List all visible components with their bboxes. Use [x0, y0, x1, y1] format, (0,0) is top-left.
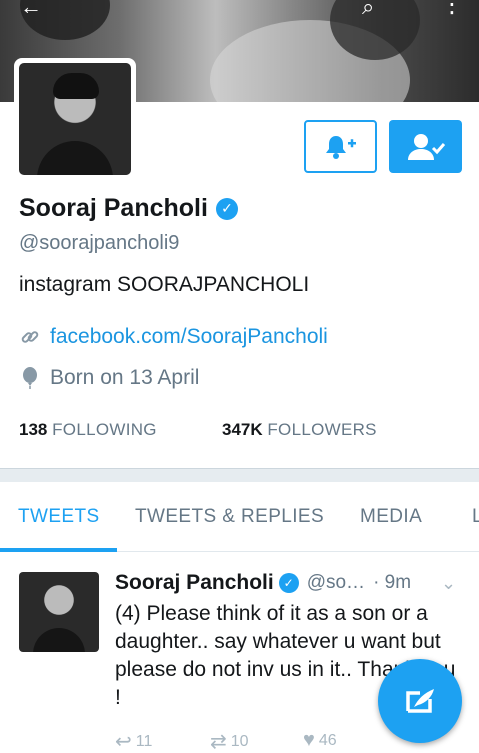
profile-name-row: Sooraj Pancholi ✓	[19, 194, 238, 223]
reply-icon: ↩	[115, 731, 132, 753]
verified-badge-icon: ✓	[215, 197, 238, 220]
retweet-button[interactable]: ⇄ 10	[210, 729, 249, 753]
like-count: 46	[318, 731, 337, 749]
tab-tweets[interactable]: TWEETS	[18, 506, 100, 528]
profile-avatar[interactable]	[14, 58, 136, 180]
tab-tweets-replies[interactable]: TWEETS & REPLIES	[135, 506, 324, 528]
followers-label: FOLLOWERS	[267, 420, 377, 439]
profile-birthday: Born on 13 April	[19, 366, 199, 390]
website-link[interactable]: facebook.com/SoorajPancholi	[50, 325, 328, 349]
notifications-button[interactable]	[304, 120, 377, 173]
search-icon[interactable]: ⌕	[362, 0, 374, 20]
tweet-avatar[interactable]	[19, 572, 99, 652]
bell-plus-icon	[325, 135, 356, 159]
compose-tweet-button[interactable]	[378, 659, 462, 743]
retweet-icon: ⇄	[210, 731, 227, 753]
followers-count: 347K	[222, 420, 263, 439]
tweet-timestamp: · 9m	[373, 572, 412, 593]
reply-button[interactable]: ↩ 11	[115, 729, 152, 753]
avatar-image	[19, 63, 131, 175]
followers-stat[interactable]: 347K FOLLOWERS	[222, 420, 377, 440]
heart-icon: ♥	[303, 729, 315, 751]
link-icon	[19, 327, 41, 347]
profile-bio: instagram SOORAJPANCHOLI	[19, 273, 310, 296]
following-button[interactable]	[389, 120, 462, 173]
tab-likes[interactable]: L	[472, 506, 479, 528]
active-tab-indicator	[0, 548, 117, 552]
tweet-header: Sooraj Pancholi ✓ @so… · 9m	[115, 571, 411, 595]
tweet-author-handle[interactable]: @so…	[307, 572, 365, 594]
following-count: 138	[19, 420, 48, 439]
like-button[interactable]: ♥ 46	[303, 729, 337, 752]
chevron-down-icon[interactable]: ⌄	[441, 573, 456, 594]
arrow-left-icon[interactable]: ←	[20, 0, 42, 20]
tweet-author-name[interactable]: Sooraj Pancholi	[115, 571, 274, 595]
compose-tweet-icon	[406, 689, 434, 713]
following-label: FOLLOWING	[52, 420, 157, 439]
profile-name: Sooraj Pancholi	[19, 194, 208, 222]
profile-handle: @soorajpancholi9	[19, 232, 180, 254]
user-check-icon	[407, 133, 445, 160]
balloon-icon	[19, 367, 41, 389]
reply-count: 11	[135, 732, 153, 750]
following-stat[interactable]: 138 FOLLOWING	[19, 420, 157, 440]
more-vertical-icon[interactable]: ⋮	[440, 0, 464, 19]
tab-media[interactable]: MEDIA	[360, 506, 422, 528]
verified-badge-icon: ✓	[278, 573, 299, 593]
birthday-text: Born on 13 April	[50, 366, 200, 389]
profile-website[interactable]: facebook.com/SoorajPancholi	[19, 325, 328, 349]
section-divider	[0, 468, 479, 482]
profile-tabs: TWEETS TWEETS & REPLIES MEDIA L	[0, 482, 479, 552]
retweet-count: 10	[230, 732, 249, 750]
avatar-hair-shape	[53, 73, 99, 99]
